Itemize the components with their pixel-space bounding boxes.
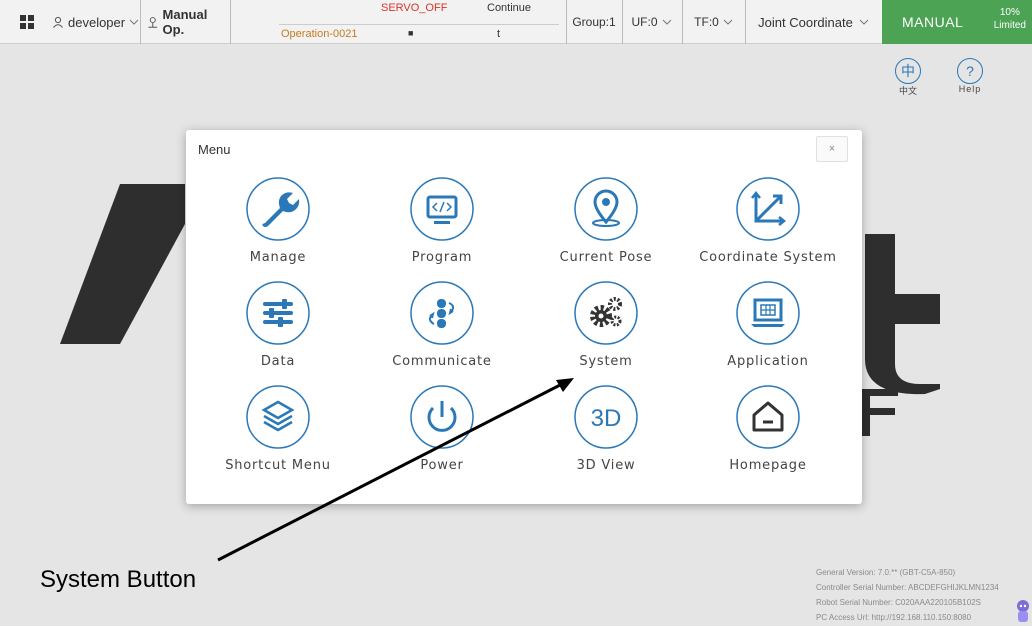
- mascot-icon[interactable]: [1014, 598, 1032, 624]
- menu-item-3d-view[interactable]: 3D 3D View: [524, 384, 688, 480]
- menu-item-label: Communicate: [392, 354, 492, 369]
- home-icon: [736, 385, 800, 449]
- chevron-down-icon: [129, 19, 139, 25]
- coordinate-label: Joint Coordinate: [758, 14, 853, 30]
- help-label: Help: [958, 84, 982, 94]
- user-name: developer: [68, 14, 126, 30]
- tool-frame-dropdown[interactable]: TF:0: [682, 0, 744, 44]
- monitor-code-icon: [410, 177, 474, 241]
- chevron-down-icon: [662, 19, 671, 25]
- user-dropdown[interactable]: developer: [52, 0, 139, 44]
- chevron-down-icon: [723, 19, 733, 25]
- annotation-label: System Button: [40, 566, 197, 593]
- power-icon: [410, 385, 474, 449]
- menu-item-label: System: [579, 354, 633, 369]
- 3d-icon: 3D: [574, 385, 638, 449]
- user-frame-dropdown[interactable]: UF:0: [622, 0, 680, 44]
- menu-item-current-pose[interactable]: Current Pose: [524, 176, 688, 272]
- menu-dialog: Menu × Manage Program Current Pose Coord…: [186, 130, 862, 504]
- run-mode[interactable]: Continue: [487, 2, 531, 14]
- axes-icon: [736, 177, 800, 241]
- menu-item-shortcut-menu[interactable]: Shortcut Menu: [196, 384, 360, 480]
- controller-serial: Controller Serial Number: ABCDEFGHIJKLMN…: [816, 583, 999, 592]
- robot-serial: Robot Serial Number: C020AAA220105B102S: [816, 598, 981, 607]
- menu-item-label: Homepage: [729, 458, 807, 473]
- language-label: 中文: [898, 86, 917, 96]
- pc-access-url: PC Access Url: http://192.168.110.150:80…: [816, 613, 972, 622]
- laptop-icon: [736, 281, 800, 345]
- menu-item-label: Current Pose: [559, 250, 653, 265]
- menu-item-label: Application: [727, 354, 809, 369]
- help-icon: ?: [957, 58, 983, 84]
- location-pin-icon: [574, 177, 638, 241]
- layers-icon: [246, 385, 310, 449]
- group-selector[interactable]: Group:1: [566, 0, 621, 44]
- apps-grid-icon[interactable]: [20, 0, 40, 44]
- close-button[interactable]: ×: [816, 136, 848, 162]
- help-button[interactable]: ? Help: [950, 58, 990, 94]
- group-label: Group:1: [572, 15, 616, 29]
- menu-item-homepage[interactable]: Homepage: [686, 384, 850, 480]
- coordinate-dropdown[interactable]: Joint Coordinate: [745, 0, 881, 44]
- menu-item-communicate[interactable]: Communicate: [360, 280, 524, 376]
- manual-label: MANUAL: [902, 14, 964, 30]
- menu-item-label: Power: [420, 458, 464, 473]
- menu-item-label: Program: [411, 250, 473, 265]
- language-button[interactable]: 中 中文: [888, 58, 928, 97]
- stop-indicator: ■: [408, 28, 414, 38]
- step-value: t: [497, 28, 501, 40]
- manual-mode-indicator[interactable]: MANUAL 10% Limited: [882, 0, 1032, 44]
- version-info: General Version: 7.0.** (GBT-C5A-850) Co…: [816, 565, 999, 625]
- menu-item-system[interactable]: System: [524, 280, 688, 376]
- menu-item-manage[interactable]: Manage: [196, 176, 360, 272]
- speed-mode: Limited: [993, 20, 1026, 31]
- menu-item-coordinate-system[interactable]: Coordinate System: [686, 176, 850, 272]
- uf-label: UF:0: [631, 15, 658, 29]
- menu-item-label: Data: [260, 354, 296, 369]
- speed-indicator: 10% Limited: [994, 6, 1026, 32]
- servo-status: SERVO_OFF: [381, 2, 448, 14]
- exchange-icon: [410, 281, 474, 345]
- menu-item-label: Shortcut Menu: [225, 458, 331, 473]
- language-icon: 中: [895, 58, 921, 84]
- operation-mode[interactable]: Manual Op.: [140, 0, 230, 44]
- operator-icon: [148, 17, 158, 28]
- menu-item-label: Manage: [249, 250, 307, 265]
- menu-item-label: Coordinate System: [699, 250, 837, 265]
- menu-item-application[interactable]: Application: [686, 280, 850, 376]
- operation-name: Operation-0021: [281, 28, 358, 40]
- chevron-down-icon: [859, 19, 869, 25]
- sliders-icon: [246, 281, 310, 345]
- run-status-block: SERVO_OFF Continue Operation-0021 ■ t: [230, 0, 565, 44]
- menu-item-program[interactable]: Program: [360, 176, 524, 272]
- user-icon: [53, 16, 63, 28]
- menu-item-data[interactable]: Data: [196, 280, 360, 376]
- 3d-text: 3D: [591, 405, 622, 432]
- menu-title: Menu: [198, 142, 231, 157]
- tf-label: TF:0: [694, 15, 719, 29]
- wrench-icon: [246, 177, 310, 241]
- general-version: General Version: 7.0.** (GBT-C5A-850): [816, 568, 956, 577]
- gears-icon: [574, 281, 638, 345]
- top-status-bar: developer Manual Op. SERVO_OFF Continue …: [0, 0, 1032, 44]
- operation-mode-label: Manual Op.: [162, 7, 208, 37]
- speed-percent: 10%: [999, 7, 1020, 18]
- menu-item-power[interactable]: Power: [360, 384, 524, 480]
- menu-item-label: 3D View: [576, 458, 636, 473]
